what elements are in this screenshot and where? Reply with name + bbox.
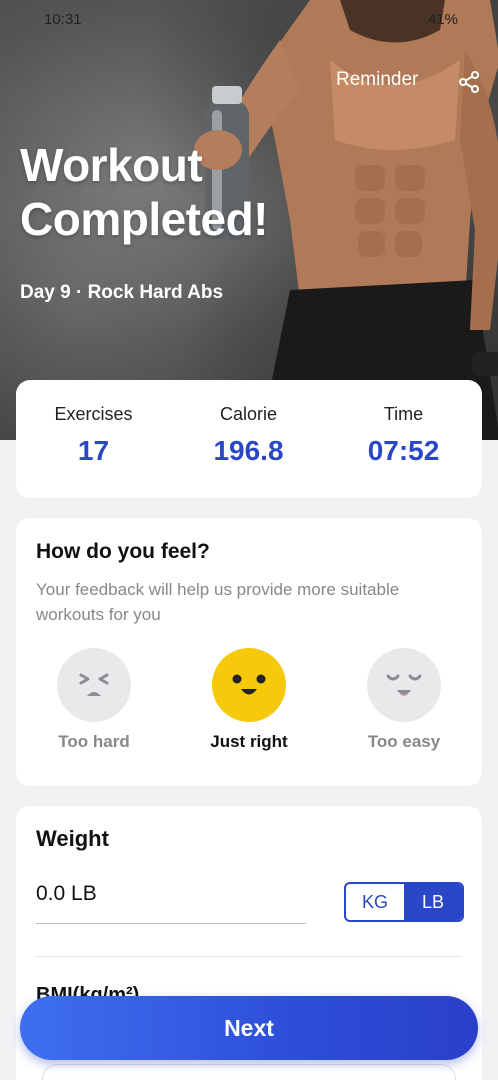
title-line-1: Workout bbox=[20, 139, 203, 191]
too-easy-label[interactable]: Too easy bbox=[339, 732, 469, 752]
weight-input[interactable]: 0.0 LB bbox=[36, 882, 97, 906]
title-line-2: Completed! bbox=[20, 193, 269, 245]
stat-label: Time bbox=[383, 404, 424, 424]
status-time: 10:31 bbox=[44, 11, 82, 28]
just-right-label[interactable]: Just right bbox=[184, 732, 314, 752]
too-hard-face-icon[interactable] bbox=[57, 648, 131, 722]
bottom-card-peek bbox=[42, 1064, 456, 1080]
weight-input-underline bbox=[36, 923, 306, 924]
too-hard-label[interactable]: Too hard bbox=[29, 732, 159, 752]
page-title: Workout Completed! bbox=[20, 138, 269, 246]
stats-card: Exercises 17 Calorie 196.8 Time 07:52 bbox=[16, 380, 482, 498]
status-battery: 41% bbox=[427, 11, 458, 28]
stat-time: Time 07:52 bbox=[326, 404, 481, 467]
workout-subtitle: Day 9 · Rock Hard Abs bbox=[20, 282, 224, 303]
unit-toggle: KG LB bbox=[344, 882, 464, 922]
reminder-button[interactable]: Reminder bbox=[336, 69, 418, 91]
stat-exercises: Exercises 17 bbox=[16, 404, 171, 467]
stat-value: 196.8 bbox=[213, 435, 284, 466]
stat-label: Calorie bbox=[219, 404, 278, 424]
stat-calorie: Calorie 196.8 bbox=[171, 404, 326, 467]
section-divider bbox=[36, 956, 462, 957]
next-button[interactable]: Next bbox=[20, 996, 478, 1060]
share-icon[interactable] bbox=[456, 70, 482, 94]
unit-lb-button[interactable]: LB bbox=[404, 884, 462, 920]
feedback-description: Your feedback will help us provide more … bbox=[36, 580, 400, 624]
weight-title: Weight bbox=[36, 826, 109, 851]
just-right-face-icon[interactable] bbox=[212, 648, 286, 722]
too-easy-face-icon[interactable] bbox=[367, 648, 441, 722]
hero-banner: 10:31 41% Reminder Workout Completed! Da… bbox=[0, 0, 498, 440]
feedback-title: How do you feel? bbox=[36, 540, 210, 563]
unit-kg-button[interactable]: KG bbox=[346, 884, 404, 920]
stat-value: 17 bbox=[77, 435, 110, 466]
stat-label: Exercises bbox=[54, 404, 133, 424]
status-bar: 10:31 41% bbox=[0, 8, 498, 32]
stat-value: 07:52 bbox=[367, 435, 440, 466]
feedback-card: How do you feel? Your feedback will help… bbox=[16, 518, 482, 786]
